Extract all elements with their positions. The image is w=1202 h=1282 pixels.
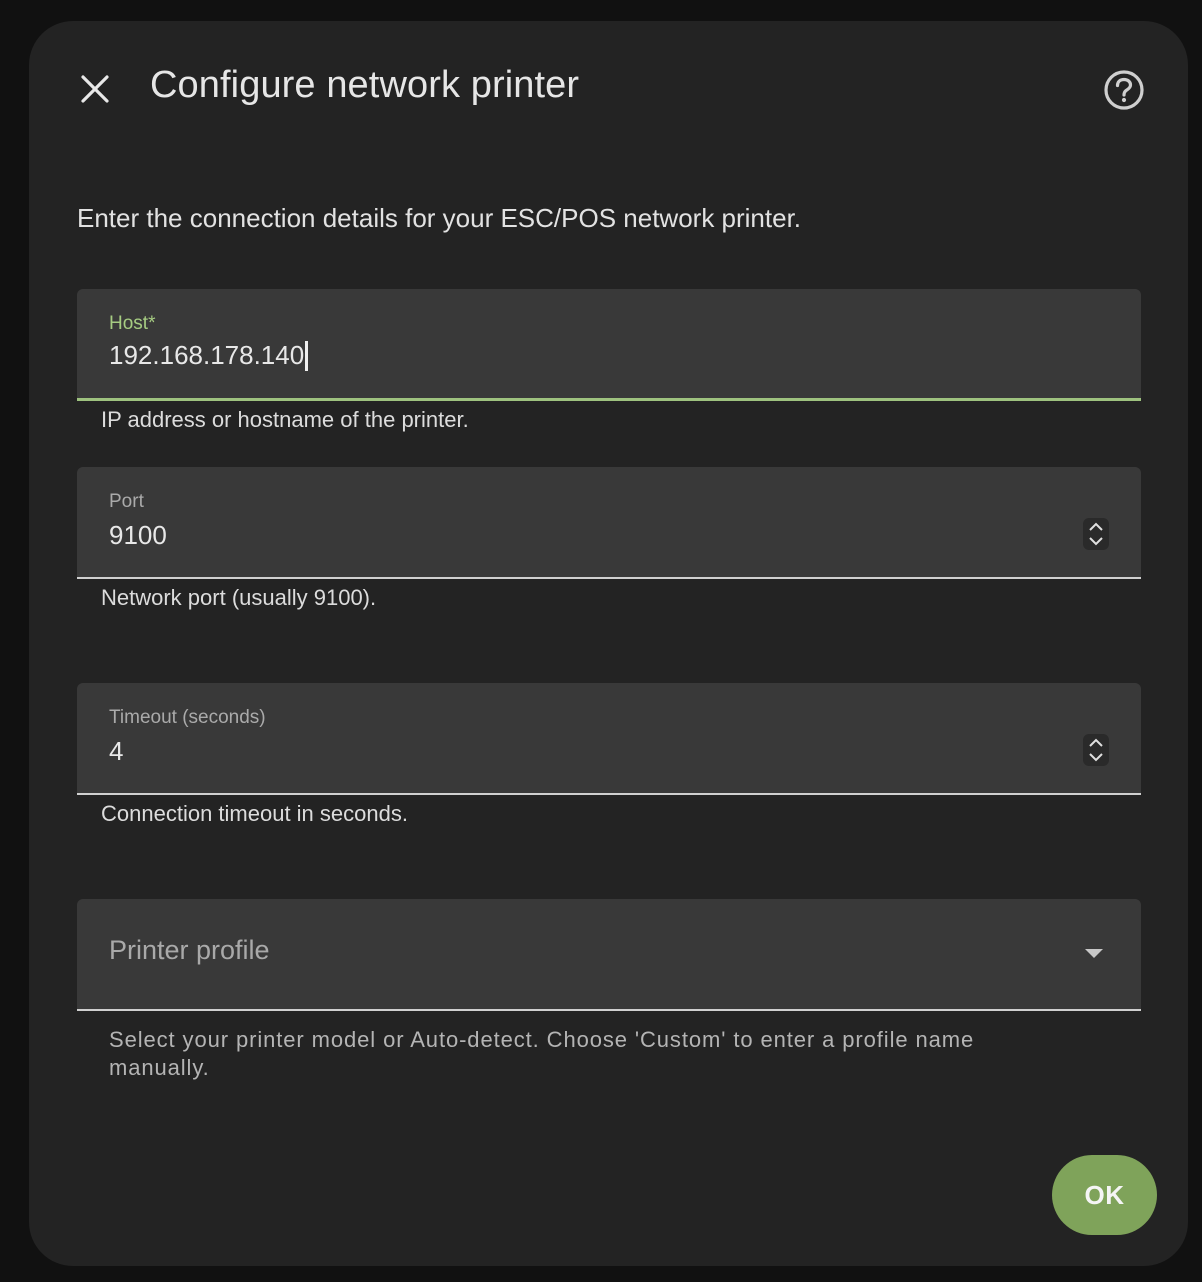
dialog-intro-text: Enter the connection details for your ES… [77,203,802,233]
host-helper-text: IP address or hostname of the printer. [101,407,469,432]
timeout-stepper[interactable] [1083,734,1109,766]
printer-profile-helper-text: Select your printer model or Auto-detect… [109,1027,975,1080]
help-button[interactable] [1102,68,1146,112]
configure-printer-dialog: Configure network printer Enter the conn… [29,21,1188,1266]
chevron-up-down-icon [1089,522,1103,546]
ok-button[interactable]: OK [1052,1155,1157,1235]
port-stepper[interactable] [1083,518,1109,550]
port-field[interactable]: Port 9100 [77,467,1141,579]
host-field-label: Host* [109,313,156,334]
printer-profile-placeholder: Printer profile [109,935,270,965]
host-field[interactable]: Host* 192.168.178.140 [77,289,1141,401]
close-icon [81,75,109,103]
timeout-input[interactable]: 4 [109,736,123,767]
printer-profile-select[interactable]: Printer profile [77,899,1141,1011]
dialog-title: Configure network printer [150,64,580,106]
close-button[interactable] [76,70,114,108]
host-input[interactable]: 192.168.178.140 [109,340,309,371]
help-circle-icon [1104,70,1144,110]
timeout-field[interactable]: Timeout (seconds) 4 [77,683,1141,795]
timeout-field-label: Timeout (seconds) [109,707,266,728]
port-field-label: Port [109,491,144,512]
text-caret [305,340,309,371]
port-helper-text: Network port (usually 9100). [101,585,377,610]
chevron-up-down-icon [1089,738,1103,762]
timeout-helper-text: Connection timeout in seconds. [101,801,408,826]
port-input[interactable]: 9100 [109,520,167,551]
host-input-value: 192.168.178.140 [109,340,305,370]
dropdown-arrow-icon [1085,949,1103,958]
